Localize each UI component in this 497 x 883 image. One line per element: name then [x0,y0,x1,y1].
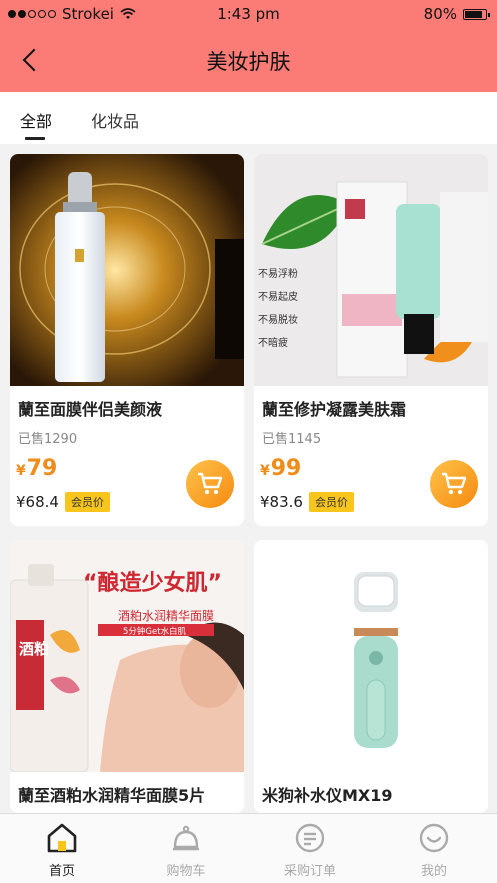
smile-icon [419,823,449,853]
category-tabs: 全部 化妆品 [0,92,497,144]
tabbar-orders-label: 采购订单 [283,864,336,879]
product-image [10,154,244,386]
tabbar-orders[interactable]: 采购订单 [248,814,372,883]
product-name: 蘭至面膜伴侣美颜液 [18,400,163,419]
cart-icon [198,472,223,495]
member-price-row: ¥68.4 会员价 [16,492,110,512]
product-card[interactable]: 米狗补水仪MX19 [254,540,488,813]
member-price-badge: 会员价 [308,492,354,512]
tabbar-home-label: 首页 [48,864,75,879]
product-price: ¥99 [260,456,302,481]
product-name: 蘭至酒粕水润精华面膜5片 [18,786,206,805]
tabbar-cart[interactable]: 购物车 [124,814,248,883]
member-price-badge: 会员价 [64,492,110,512]
tabbar-profile[interactable]: 我的 [372,814,496,883]
svg-text:酒粕水润精华面膜: 酒粕水润精华面膜 [118,608,214,623]
battery-percent: 80% [423,5,457,23]
home-icon [47,823,77,853]
svg-text:酒粕: 酒粕 [19,640,49,658]
product-name: 米狗补水仪MX19 [262,786,393,805]
add-to-cart-button[interactable] [186,460,234,508]
order-list-icon [295,823,325,853]
nav-bar: 美妆护肤 [0,28,497,92]
status-bar: Strokei 1:43 pm 80% [0,0,497,28]
product-image-text: 不易浮粉 不易起皮 不易脱妆 不暗疲 [258,267,298,349]
tabbar-profile-label: 我的 [420,864,447,879]
product-image-text: “酿造少女肌” 酒粕水润精华面膜 5分钟Get水白肌 酒粕 [19,570,222,658]
page-title: 美妆护肤 [206,50,291,74]
product-card[interactable]: 不易浮粉 不易起皮 不易脱妆 不暗疲 蘭至修护凝露美肤霜 已售1145 ¥99 … [254,154,488,526]
svg-text:不易浮粉: 不易浮粉 [258,267,298,280]
svg-text:不易起皮: 不易起皮 [258,290,298,303]
sold-count: 已售1290 [18,432,78,447]
tab-all[interactable]: 全部 [20,108,52,132]
tab-cosmetics[interactable]: 化妆品 [91,108,139,132]
member-price-row: ¥83.6 会员价 [260,492,354,512]
add-to-cart-button[interactable] [430,460,478,508]
member-price: ¥68.4 [16,493,59,511]
product-image [254,540,488,772]
svg-text:不暗疲: 不暗疲 [258,336,288,349]
product-price: ¥79 [16,456,58,481]
bottom-tab-bar: 首页 购物车 采购订单 我的 [0,813,497,883]
product-card[interactable]: “酿造少女肌” 酒粕水润精华面膜 5分钟Get水白肌 酒粕 蘭至酒粕水润精华面膜… [10,540,244,813]
cart-icon [442,472,467,495]
svg-text:不易脱妆: 不易脱妆 [258,313,298,326]
svg-text:5分钟Get水白肌: 5分钟Get水白肌 [123,626,187,637]
tabbar-home[interactable]: 首页 [0,814,124,883]
svg-text:“酿造少女肌”: “酿造少女肌” [83,570,222,596]
tabbar-cart-label: 购物车 [166,864,206,879]
cart-bell-icon [173,825,199,851]
battery-icon [463,8,490,20]
product-card[interactable]: 蘭至面膜伴侣美颜液 已售1290 ¥79 ¥68.4 会员价 [10,154,244,526]
product-name: 蘭至修护凝露美肤霜 [262,400,407,419]
active-tab-indicator [25,137,45,140]
clock: 1:43 pm [217,5,280,23]
member-price: ¥83.6 [260,493,303,511]
sold-count: 已售1145 [262,432,322,447]
